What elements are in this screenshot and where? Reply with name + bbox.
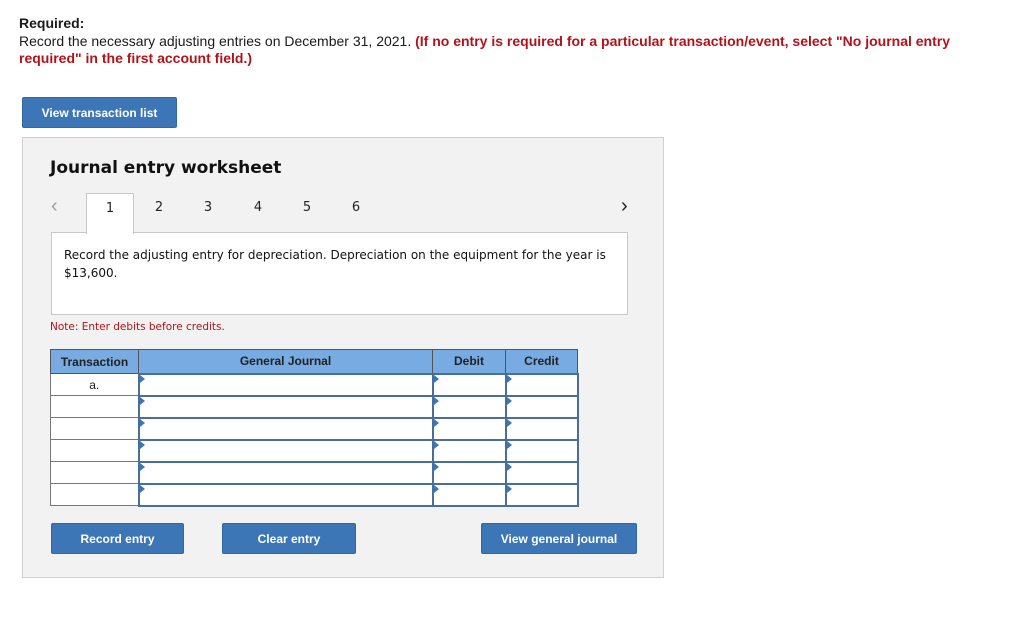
header-credit: Credit bbox=[505, 349, 578, 374]
required-label: Required: bbox=[19, 15, 85, 31]
header-transaction: Transaction bbox=[50, 349, 139, 374]
transaction-cell bbox=[50, 461, 139, 484]
credit-input[interactable] bbox=[506, 374, 577, 395]
credit-input[interactable] bbox=[506, 418, 577, 439]
transaction-cell bbox=[50, 395, 139, 418]
debits-note: Note: Enter debits before credits. bbox=[50, 321, 225, 333]
account-select[interactable] bbox=[139, 484, 432, 505]
transaction-cell bbox=[50, 417, 139, 440]
journal-table: Transaction General Journal Debit Credit… bbox=[50, 349, 579, 507]
debit-input[interactable] bbox=[433, 418, 505, 439]
transaction-cell bbox=[50, 483, 139, 506]
debit-input[interactable] bbox=[433, 462, 505, 483]
worksheet-title: Journal entry worksheet bbox=[50, 158, 282, 178]
chevron-right-icon[interactable]: › bbox=[621, 196, 628, 216]
debit-input[interactable] bbox=[433, 440, 505, 461]
instructions: Record the necessary adjusting entries o… bbox=[19, 33, 979, 67]
view-transaction-list-button[interactable]: View transaction list bbox=[22, 97, 177, 128]
table-row bbox=[50, 482, 579, 507]
tab-6[interactable]: 6 bbox=[332, 193, 380, 233]
tab-4[interactable]: 4 bbox=[234, 193, 282, 233]
table-row bbox=[50, 460, 579, 485]
record-entry-button[interactable]: Record entry bbox=[51, 523, 184, 554]
credit-input[interactable] bbox=[506, 484, 577, 505]
account-select[interactable] bbox=[139, 396, 432, 417]
table-row: a. bbox=[50, 372, 579, 397]
header-debit: Debit bbox=[432, 349, 506, 374]
view-general-journal-button[interactable]: View general journal bbox=[481, 523, 637, 554]
tab-1[interactable]: 1 bbox=[86, 193, 134, 234]
tab-2[interactable]: 2 bbox=[135, 193, 183, 233]
tab-3[interactable]: 3 bbox=[184, 193, 232, 233]
transaction-prompt: Record the adjusting entry for depreciat… bbox=[51, 232, 628, 315]
transaction-cell: a. bbox=[50, 373, 139, 396]
account-select[interactable] bbox=[139, 462, 432, 483]
credit-input[interactable] bbox=[506, 462, 577, 483]
credit-input[interactable] bbox=[506, 440, 577, 461]
account-select[interactable] bbox=[139, 418, 432, 439]
debit-input[interactable] bbox=[433, 396, 505, 417]
table-row bbox=[50, 416, 579, 441]
chevron-left-icon[interactable]: ‹ bbox=[51, 196, 58, 216]
transaction-cell bbox=[50, 439, 139, 462]
clear-entry-button[interactable]: Clear entry bbox=[222, 523, 356, 554]
tab-5[interactable]: 5 bbox=[283, 193, 331, 233]
debit-input[interactable] bbox=[433, 374, 505, 395]
table-row bbox=[50, 438, 579, 463]
account-select[interactable] bbox=[139, 374, 432, 395]
credit-input[interactable] bbox=[506, 396, 577, 417]
journal-entry-worksheet: Journal entry worksheet ‹ 1 2 3 4 5 6 › … bbox=[22, 137, 664, 578]
instruction-text: Record the necessary adjusting entries o… bbox=[19, 33, 416, 49]
debit-input[interactable] bbox=[433, 484, 505, 505]
table-row bbox=[50, 394, 579, 419]
account-select[interactable] bbox=[139, 440, 432, 461]
header-general-journal: General Journal bbox=[138, 349, 433, 374]
